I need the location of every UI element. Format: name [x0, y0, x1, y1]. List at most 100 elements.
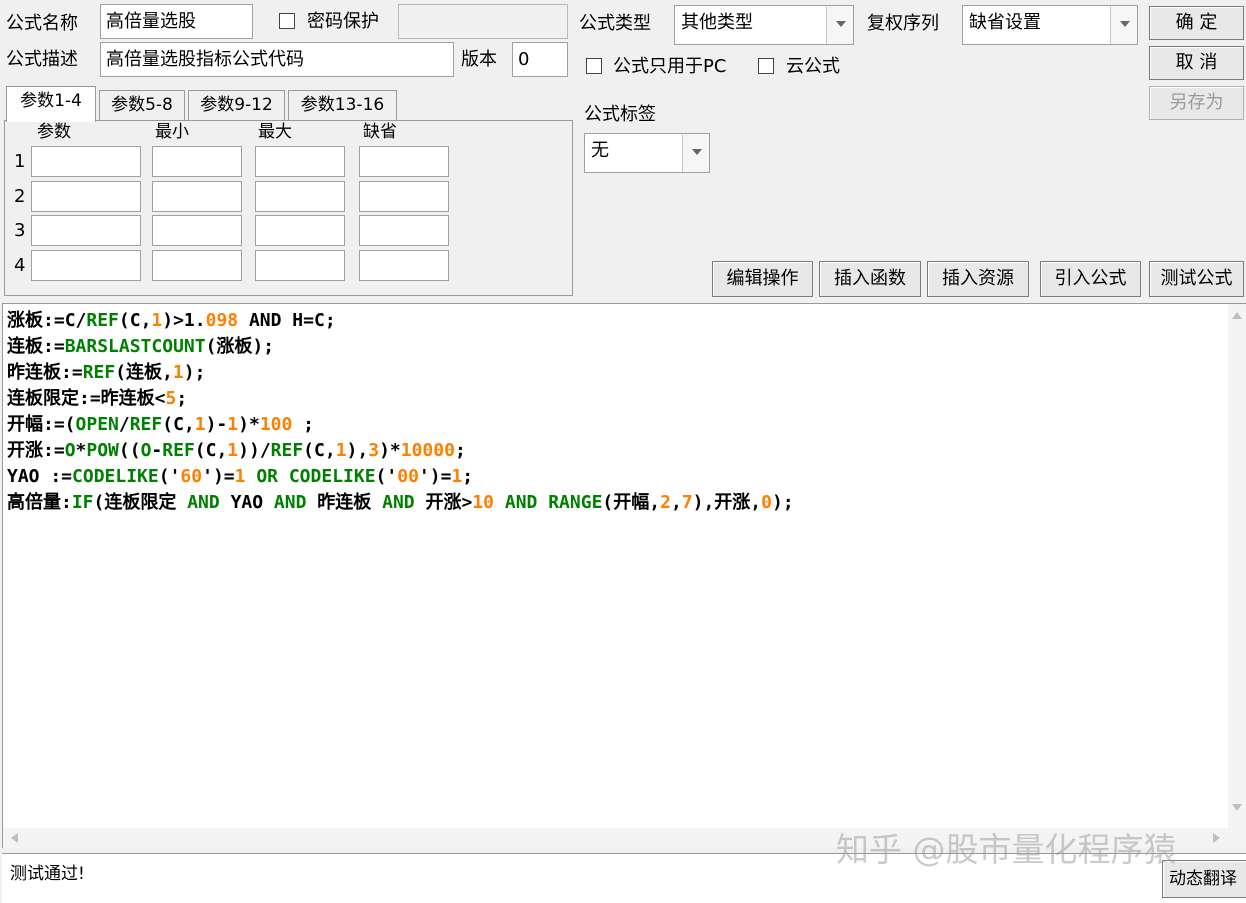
- code-line[interactable]: 开涨:=O*POW((O-REF(C,1))/REF(C,1),3)*10000…: [7, 438, 794, 464]
- param-name-field[interactable]: [31, 215, 141, 246]
- param-name-field[interactable]: [31, 250, 141, 281]
- code-token: 1: [227, 414, 239, 435]
- test-formula-button[interactable]: 测试公式: [1149, 261, 1244, 297]
- code-token: BARSLASTCOUNT: [64, 336, 206, 357]
- code-token: ')=: [418, 466, 452, 487]
- code-line[interactable]: YAO :=CODELIKE('60')=1 OR CODELIKE('00')…: [7, 464, 794, 490]
- code-token: 10000: [400, 440, 455, 461]
- code-token: O: [64, 440, 76, 461]
- code-token: (连板限定: [93, 492, 188, 513]
- chevron-down-icon[interactable]: [826, 6, 853, 44]
- code-token: )-: [205, 414, 228, 435]
- formula-name-field[interactable]: 高倍量选股: [100, 4, 253, 39]
- param-default-field[interactable]: [359, 215, 449, 246]
- code-line[interactable]: 开幅:=(OPEN/REF(C,1)-1)*100 ;: [7, 412, 794, 438]
- param-min-field[interactable]: [152, 250, 242, 281]
- param-max-field[interactable]: [255, 146, 345, 177]
- code-line[interactable]: 连板限定:=昨连板<5;: [7, 386, 794, 412]
- code-token: ((: [118, 440, 141, 461]
- chevron-down-icon[interactable]: [1110, 6, 1137, 44]
- code-token: )*: [238, 414, 260, 435]
- param-default-field[interactable]: [359, 181, 449, 212]
- status-message: 测试通过!: [10, 864, 85, 884]
- tab-params-1-4[interactable]: 参数1-4: [6, 86, 96, 122]
- rights-value: 缺省设置: [969, 12, 1041, 33]
- scroll-down-icon[interactable]: [1232, 804, 1242, 811]
- code-token: )*: [379, 440, 401, 461]
- code-token: C/: [64, 310, 87, 331]
- param-min-field[interactable]: [152, 181, 242, 212]
- code-token: YAO :=: [7, 466, 73, 487]
- formula-name-label: 公式名称: [6, 13, 78, 34]
- code-token: 1: [172, 362, 184, 383]
- insert-resource-button[interactable]: 插入资源: [927, 261, 1029, 297]
- code-text[interactable]: 涨板:=C/REF(C,1)>1.098 AND H=C; 连板:=BARSLAS…: [7, 308, 794, 516]
- param-max-field[interactable]: [255, 181, 345, 212]
- save-as-button: 另存为: [1149, 86, 1244, 120]
- tab-params-5-8[interactable]: 参数5-8: [99, 90, 185, 120]
- code-token: (C,: [194, 440, 228, 461]
- code-token: 1: [194, 414, 206, 435]
- code-token: (连板,: [115, 362, 173, 383]
- code-token: 连板限定:=昨连板<: [7, 388, 166, 409]
- formula-desc-label: 公式描述: [6, 49, 78, 70]
- tab-params-9-12[interactable]: 参数9-12: [188, 90, 285, 120]
- code-token: 5: [165, 388, 177, 409]
- code-line[interactable]: 高倍量:IF(连板限定 AND YAO AND 昨连板 AND 开涨>10 AN…: [7, 490, 794, 516]
- insert-function-button[interactable]: 插入函数: [819, 261, 921, 297]
- tab-params-13-16[interactable]: 参数13-16: [288, 90, 397, 120]
- param-default-field[interactable]: [359, 146, 449, 177]
- formula-desc-field[interactable]: 高倍量选股指标公式代码: [100, 42, 454, 77]
- cloud-checkbox[interactable]: [758, 58, 774, 74]
- param-min-field[interactable]: [152, 146, 242, 177]
- vertical-scrollbar[interactable]: [1228, 304, 1246, 829]
- code-token: 10: [472, 492, 495, 513]
- param-row-number: 4: [14, 255, 26, 276]
- code-token: (开幅,: [602, 492, 661, 513]
- pc-only-checkbox[interactable]: [586, 58, 602, 74]
- version-field[interactable]: 0: [512, 42, 568, 77]
- code-token: YAO: [219, 492, 274, 513]
- code-token: ))/: [238, 440, 271, 461]
- code-editor[interactable]: 涨板:=C/REF(C,1)>1.098 AND H=C; 连板:=BARSLAS…: [2, 303, 1246, 848]
- code-token: 连板:=: [7, 336, 65, 357]
- code-token: REF: [129, 414, 163, 435]
- cancel-button[interactable]: 取 消: [1149, 46, 1244, 80]
- code-token: 60: [180, 466, 203, 487]
- code-line[interactable]: 涨板:=C/REF(C,1)>1.098 AND H=C;: [7, 308, 794, 334]
- scroll-right-icon[interactable]: [1213, 833, 1220, 843]
- code-token: AND H=C;: [238, 310, 336, 331]
- code-line[interactable]: 连板:=BARSLASTCOUNT(涨板);: [7, 334, 794, 360]
- param-name-field[interactable]: [31, 181, 141, 212]
- password-checkbox[interactable]: [279, 13, 295, 29]
- param-name-field[interactable]: [31, 146, 141, 177]
- code-token: AND: [382, 492, 415, 513]
- code-token: REF: [86, 310, 119, 331]
- chevron-down-icon[interactable]: [682, 134, 709, 172]
- formula-type-select[interactable]: 其他类型: [674, 5, 854, 45]
- code-token: REF: [162, 440, 195, 461]
- code-token: AND: [504, 492, 538, 513]
- code-token: AND: [273, 492, 307, 513]
- param-default-field[interactable]: [359, 250, 449, 281]
- code-token: 开涨>: [414, 492, 473, 513]
- param-max-field[interactable]: [255, 250, 345, 281]
- code-line[interactable]: 昨连板:=REF(连板,1);: [7, 360, 794, 386]
- scroll-left-icon[interactable]: [11, 833, 18, 843]
- tag-select[interactable]: 无: [584, 133, 710, 173]
- ok-button[interactable]: 确 定: [1149, 6, 1244, 40]
- param-min-field[interactable]: [152, 215, 242, 246]
- param-max-field[interactable]: [255, 215, 345, 246]
- scroll-up-icon[interactable]: [1232, 312, 1242, 319]
- code-token: 昨连板: [306, 492, 383, 513]
- rights-select[interactable]: 缺省设置: [962, 5, 1138, 45]
- code-token: ),: [346, 440, 369, 461]
- import-formula-button[interactable]: 引入公式: [1040, 261, 1141, 297]
- code-token: *: [75, 440, 87, 461]
- edit-ops-button[interactable]: 编辑操作: [712, 261, 813, 297]
- code-token: ,: [670, 492, 682, 513]
- code-token: /: [118, 414, 130, 435]
- code-token: (': [158, 466, 181, 487]
